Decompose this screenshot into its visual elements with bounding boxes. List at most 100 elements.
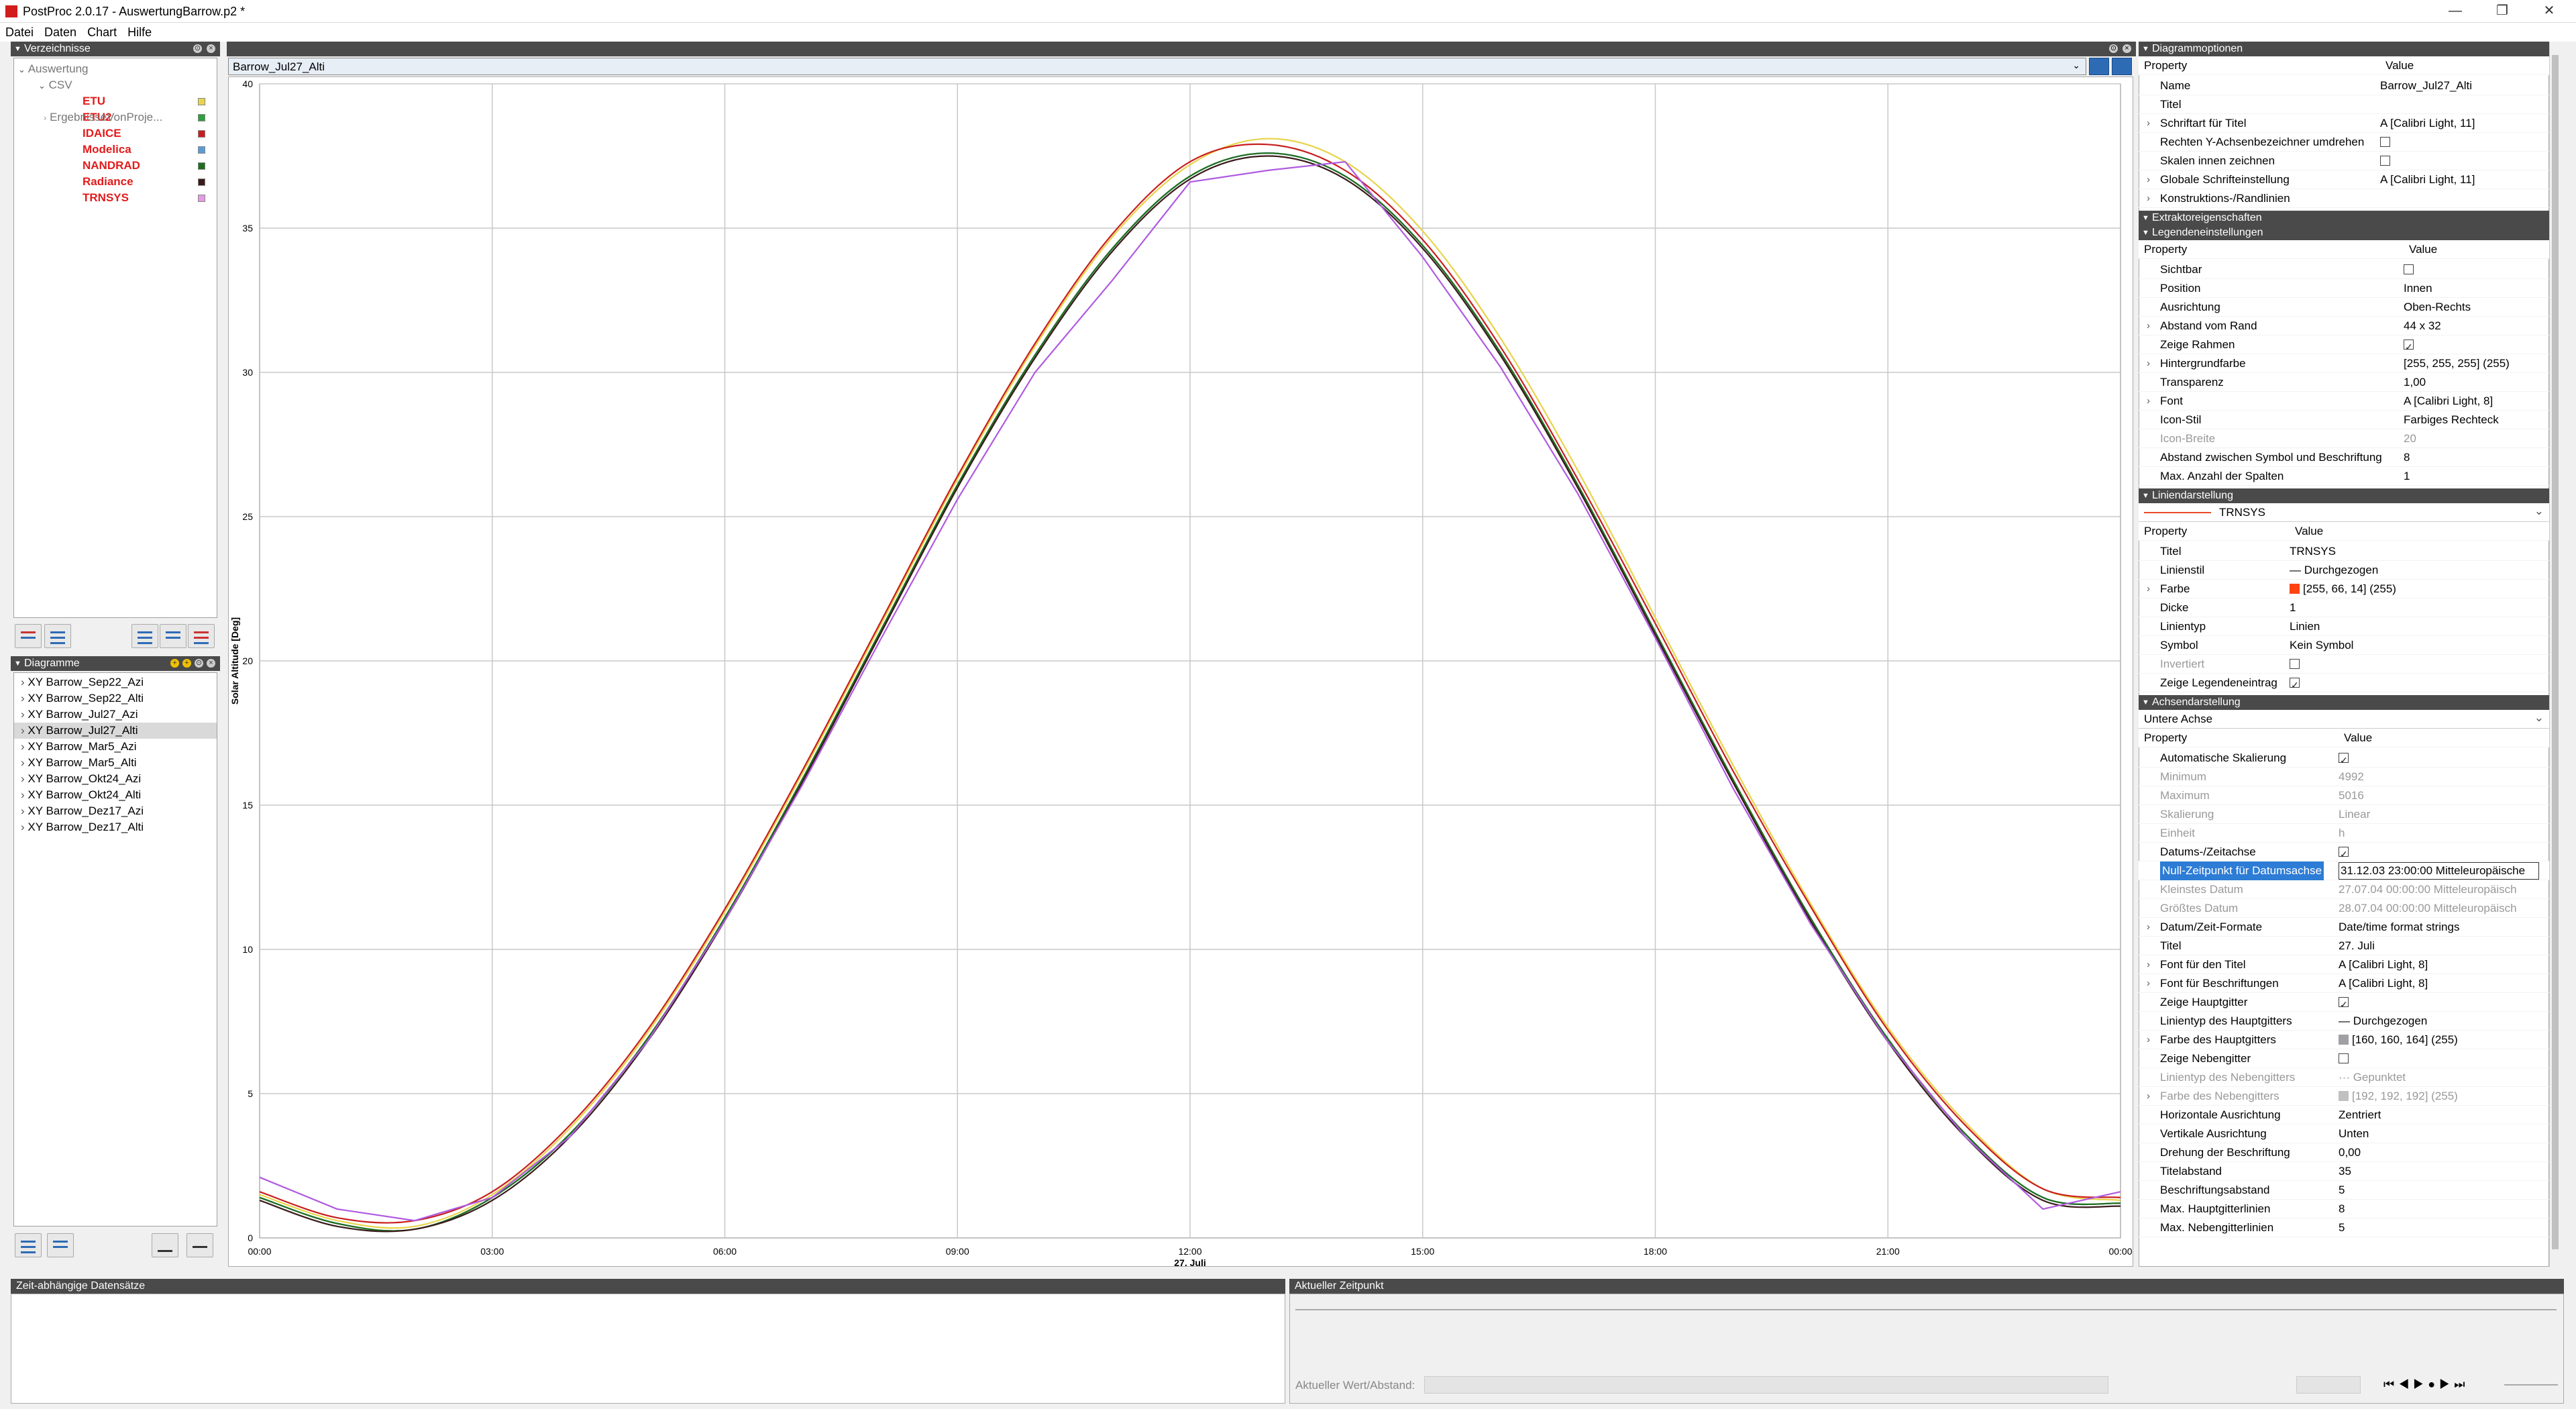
chevron-right-icon[interactable]: › <box>2147 580 2150 598</box>
property-value[interactable] <box>2290 655 2300 674</box>
property-row[interactable]: Max. Nebengitterlinien 5 <box>2139 1218 2549 1237</box>
property-row[interactable]: Linientyp Linien <box>2139 617 2549 636</box>
property-row[interactable]: Titel <box>2139 95 2549 114</box>
property-row[interactable]: Größtes Datum 28.07.04 00:00:00 Mitteleur… <box>2139 899 2549 918</box>
expand-icon[interactable] <box>131 624 158 648</box>
property-row[interactable]: Symbol Kein Symbol <box>2139 636 2549 655</box>
tree-other[interactable]: › ErgebnisseVonProje... <box>18 109 213 125</box>
tree-item[interactable]: TRNSYS <box>18 190 213 206</box>
property-row[interactable]: › Font A [Calibri Light, 8] <box>2139 392 2549 411</box>
property-value[interactable]: 5 <box>2339 1181 2345 1200</box>
tree-csv[interactable]: ⌄ CSV <box>18 77 213 93</box>
property-value[interactable]: 0,00 <box>2339 1143 2361 1162</box>
chevron-right-icon[interactable]: › <box>2147 1031 2150 1049</box>
float-icon[interactable]: ⊙ <box>195 659 203 668</box>
property-value[interactable]: TRNSYS <box>2290 542 2336 561</box>
series-select[interactable]: TRNSYS ⌄ <box>2139 503 2549 522</box>
remove-icon[interactable] <box>15 624 42 648</box>
menu-datei[interactable]: Datei <box>0 23 39 40</box>
property-row[interactable]: Dicke 1 <box>2139 598 2549 617</box>
close-button[interactable]: ✕ <box>2526 0 2573 23</box>
property-row[interactable]: Minimum 4992 <box>2139 768 2549 786</box>
menu-hilfe[interactable]: Hilfe <box>122 23 157 40</box>
property-value[interactable]: A [Calibri Light, 8] <box>2339 974 2428 993</box>
chevron-right-icon[interactable]: › <box>2147 189 2150 208</box>
property-value[interactable]: 35 <box>2339 1162 2351 1181</box>
tree-item[interactable]: NANDRAD <box>18 158 213 174</box>
diagram-item[interactable]: › XY Barrow_Sep22_Alti <box>14 690 217 707</box>
property-value[interactable]: 4992 <box>2339 768 2364 786</box>
property-value[interactable]: 27.07.04 00:00:00 Mitteleuropäisch <box>2339 880 2517 899</box>
property-row[interactable]: › Datum/Zeit-Formate Date/time format stri… <box>2139 918 2549 937</box>
section-header[interactable]: ▼ Diagrammoptionen <box>2139 42 2549 56</box>
close-dock-icon[interactable]: × <box>207 659 215 668</box>
property-value[interactable] <box>2404 335 2414 356</box>
property-row[interactable]: Zeige Legendeneintrag <box>2139 674 2549 694</box>
float-icon[interactable]: ⊙ <box>193 44 202 53</box>
series-select[interactable]: Untere Achse ⌄ <box>2139 710 2549 729</box>
property-row[interactable]: › Hintergrundfarbe [255, 255, 255] (255) <box>2139 354 2549 373</box>
property-value[interactable] <box>2339 1049 2349 1068</box>
property-value[interactable]: 1 <box>2290 598 2296 617</box>
property-row[interactable]: Max. Hauptgitterlinien 8 <box>2139 1200 2549 1218</box>
property-row[interactable]: › Font für Beschriftungen A [Calibri Light… <box>2139 974 2549 993</box>
property-row[interactable]: Rechten Y-Achsenbezeichner umdrehen <box>2139 133 2549 152</box>
property-value[interactable] <box>2290 674 2300 694</box>
property-row[interactable]: Abstand zwischen Symbol und Beschriftung… <box>2139 448 2549 467</box>
property-value[interactable]: h <box>2339 824 2345 843</box>
property-value[interactable]: A [Calibri Light, 11] <box>2380 170 2475 189</box>
property-row[interactable]: Icon-Breite 20 <box>2139 429 2549 448</box>
property-row[interactable]: Beschriftungsabstand 5 <box>2139 1181 2549 1200</box>
checkbox[interactable] <box>2339 1053 2349 1064</box>
property-row[interactable]: › Globale Schrifteinstellung A [Calibri Li… <box>2139 170 2549 189</box>
tree-item[interactable]: ETU <box>18 93 213 109</box>
add-icon[interactable]: + <box>182 659 191 668</box>
chevron-right-icon[interactable]: › <box>2147 974 2150 993</box>
property-value[interactable]: 31.12.03 23:00:00 Mitteleuropäische <box>2339 862 2540 880</box>
checkbox[interactable] <box>2404 264 2414 275</box>
checkbox[interactable] <box>2380 137 2390 148</box>
collapse-all-icon[interactable] <box>188 624 215 648</box>
property-value[interactable] <box>2339 993 2349 1014</box>
property-row[interactable]: › Abstand vom Rand 44 x 32 <box>2139 317 2549 335</box>
checkbox[interactable] <box>2339 845 2349 864</box>
value-field[interactable] <box>1424 1376 2108 1394</box>
property-row[interactable]: Linientyp des Hauptgitters — Durchgezogen <box>2139 1012 2549 1031</box>
collapse-icon[interactable]: ▼ <box>14 42 21 56</box>
property-value[interactable]: Zentriert <box>2339 1106 2381 1125</box>
tree-item[interactable]: Radiance <box>18 174 213 190</box>
property-value[interactable]: 27. Juli <box>2339 937 2375 955</box>
diagram-item[interactable]: › XY Barrow_Mar5_Alti <box>14 755 217 771</box>
property-value[interactable]: 5016 <box>2339 786 2364 805</box>
chevron-right-icon[interactable]: › <box>2147 955 2150 974</box>
property-row[interactable]: Titel 27. Juli <box>2139 937 2549 955</box>
property-value[interactable]: Unten <box>2339 1125 2369 1143</box>
property-value[interactable]: [160, 160, 164] (255) <box>2339 1031 2458 1049</box>
close-dock-icon[interactable]: × <box>207 44 215 53</box>
list-icon[interactable] <box>44 624 71 648</box>
property-value[interactable] <box>2339 749 2349 770</box>
diagramme-list[interactable]: › XY Barrow_Sep22_Azi › XY Barrow_Sep22_A… <box>13 672 217 1227</box>
chevron-right-icon[interactable]: › <box>2147 170 2150 189</box>
property-row[interactable]: › Konstruktions-/Randlinien <box>2139 189 2549 208</box>
property-row[interactable]: Datums-/Zeitachse <box>2139 843 2549 864</box>
section-header[interactable]: ▼ Legendeneinstellungen <box>2139 225 2549 240</box>
tree-root[interactable]: ⌄ Auswertung <box>18 61 213 77</box>
property-row[interactable]: Vertikale Ausrichtung Unten <box>2139 1125 2549 1143</box>
diagram-item[interactable]: › XY Barrow_Mar5_Azi <box>14 739 217 755</box>
property-row[interactable]: Transparenz 1,00 <box>2139 373 2549 392</box>
speed-slider[interactable] <box>2504 1384 2558 1386</box>
checkbox[interactable] <box>2404 337 2414 356</box>
chevron-right-icon[interactable]: › <box>2147 114 2150 133</box>
close-dock-icon[interactable]: × <box>2123 44 2131 53</box>
section-header[interactable]: ▼ Liniendarstellung <box>2139 488 2549 503</box>
property-row[interactable]: Zeige Rahmen <box>2139 335 2549 356</box>
chart-panel[interactable]: 0 5 10 15 20 25 30 35 40 00:00 03:00 06:00 09:00 12:0… <box>228 76 2133 1267</box>
checkbox[interactable] <box>2339 751 2349 770</box>
property-value[interactable] <box>2380 133 2390 152</box>
playback-controls-icon[interactable]: ⏮◀▶●▶⏭ <box>2383 1377 2469 1392</box>
property-value[interactable]: A [Calibri Light, 8] <box>2339 955 2428 974</box>
time-slider-track[interactable] <box>1295 1309 2557 1310</box>
property-value[interactable] <box>2404 260 2414 279</box>
property-row[interactable]: Titelabstand 35 <box>2139 1162 2549 1181</box>
